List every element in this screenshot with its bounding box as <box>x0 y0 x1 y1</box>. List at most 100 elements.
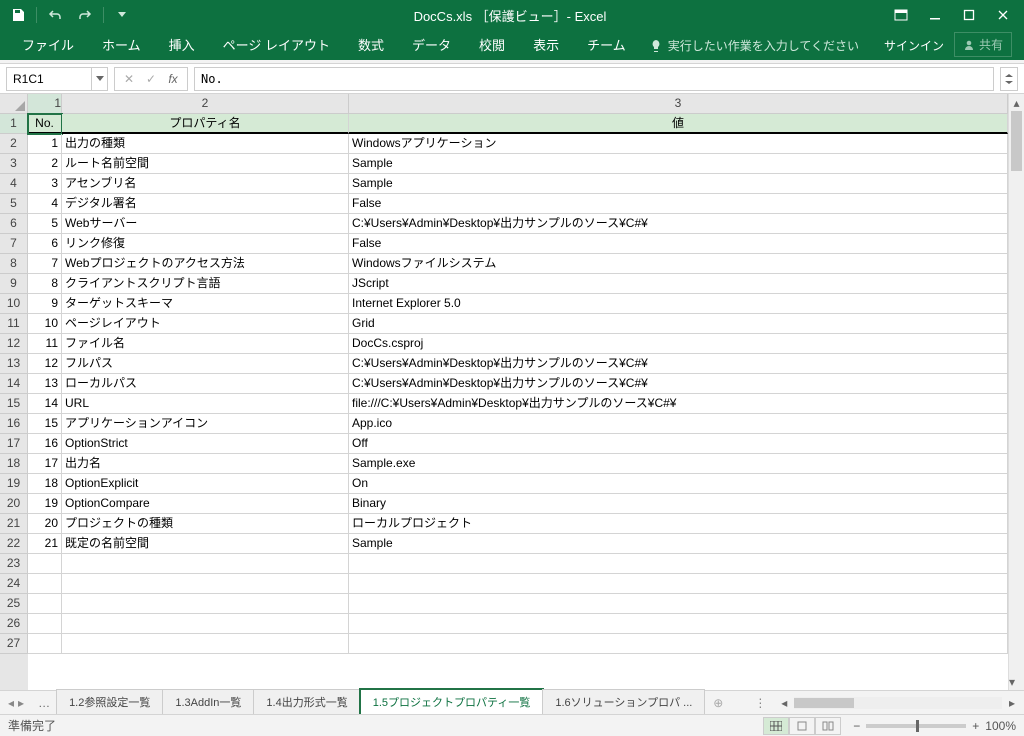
row-header[interactable]: 25 <box>0 594 28 614</box>
cell[interactable]: 21 <box>28 534 62 554</box>
cell[interactable]: 既定の名前空間 <box>62 534 349 554</box>
undo-icon[interactable] <box>41 2 69 28</box>
maximize-icon[interactable] <box>952 1 986 29</box>
row-header[interactable]: 5 <box>0 194 28 214</box>
row-header[interactable]: 9 <box>0 274 28 294</box>
scroll-track[interactable] <box>1009 111 1024 673</box>
row-header[interactable]: 14 <box>0 374 28 394</box>
cell[interactable]: 12 <box>28 354 62 374</box>
close-icon[interactable] <box>986 1 1020 29</box>
cell[interactable]: プロジェクトの種類 <box>62 514 349 534</box>
ribbon-tab-insert[interactable]: 挿入 <box>155 29 209 60</box>
row-header[interactable]: 13 <box>0 354 28 374</box>
signin-link[interactable]: サインイン <box>874 31 954 60</box>
cell[interactable]: 2 <box>28 154 62 174</box>
cell[interactable]: ターゲットスキーマ <box>62 294 349 314</box>
cell[interactable]: 5 <box>28 214 62 234</box>
cell[interactable]: URL <box>62 394 349 414</box>
cell[interactable]: アプリケーションアイコン <box>62 414 349 434</box>
row-header[interactable]: 26 <box>0 614 28 634</box>
sheet-tab[interactable]: 1.5プロジェクトプロパティ一覧 <box>360 689 544 716</box>
row-header[interactable]: 18 <box>0 454 28 474</box>
tell-me-box[interactable]: 実行したい作業を入力してください <box>640 31 869 60</box>
row-header[interactable]: 17 <box>0 434 28 454</box>
name-box-input[interactable] <box>6 67 92 91</box>
row-header[interactable]: 3 <box>0 154 28 174</box>
cell[interactable]: Webサーバー <box>62 214 349 234</box>
page-break-view-icon[interactable] <box>815 717 841 735</box>
cell[interactable]: 15 <box>28 414 62 434</box>
row-header[interactable]: 24 <box>0 574 28 594</box>
row-header[interactable]: 8 <box>0 254 28 274</box>
scroll-thumb[interactable] <box>794 698 854 708</box>
tab-split-icon[interactable]: ⋮ <box>748 696 772 710</box>
cell[interactable]: Windowsアプリケーション <box>349 134 1008 154</box>
cell[interactable] <box>28 594 62 614</box>
cell[interactable]: C:¥Users¥Admin¥Desktop¥出力サンプルのソース¥C#¥ <box>349 374 1008 394</box>
cell[interactable] <box>62 634 349 654</box>
scroll-left-icon[interactable]: ◂ <box>776 696 792 710</box>
row-header[interactable]: 4 <box>0 174 28 194</box>
column-header[interactable]: 3 <box>349 94 1008 114</box>
cell[interactable]: OptionCompare <box>62 494 349 514</box>
name-box[interactable] <box>6 67 108 91</box>
cell[interactable]: Off <box>349 434 1008 454</box>
cell[interactable]: OptionExplicit <box>62 474 349 494</box>
cell[interactable]: Windowsファイルシステム <box>349 254 1008 274</box>
cell[interactable]: Grid <box>349 314 1008 334</box>
cell[interactable]: JScript <box>349 274 1008 294</box>
cell[interactable] <box>28 614 62 634</box>
scroll-track[interactable] <box>794 697 1002 709</box>
zoom-slider[interactable] <box>866 724 966 728</box>
row-header[interactable]: 23 <box>0 554 28 574</box>
cell[interactable]: 19 <box>28 494 62 514</box>
cell[interactable]: 9 <box>28 294 62 314</box>
sheet-tab[interactable]: 1.4出力形式一覧 <box>253 689 360 716</box>
cell[interactable]: 14 <box>28 394 62 414</box>
share-button[interactable]: 共有 <box>954 32 1012 57</box>
cell[interactable]: 8 <box>28 274 62 294</box>
cell[interactable] <box>28 574 62 594</box>
cell[interactable]: 17 <box>28 454 62 474</box>
cell[interactable]: デジタル署名 <box>62 194 349 214</box>
row-header[interactable]: 19 <box>0 474 28 494</box>
tab-prev-icon[interactable]: ◂ <box>8 696 14 710</box>
vertical-scrollbar[interactable]: ▴ ▾ <box>1008 94 1024 690</box>
ribbon-tab-view[interactable]: 表示 <box>519 29 573 60</box>
page-layout-view-icon[interactable] <box>789 717 815 735</box>
cell[interactable]: ローカルプロジェクト <box>349 514 1008 534</box>
add-sheet-icon[interactable]: ⊕ <box>708 696 728 710</box>
cell[interactable] <box>62 554 349 574</box>
cell[interactable]: 出力の種類 <box>62 134 349 154</box>
cell[interactable]: Sample.exe <box>349 454 1008 474</box>
cell[interactable]: クライアントスクリプト言語 <box>62 274 349 294</box>
cell[interactable]: Sample <box>349 174 1008 194</box>
ribbon-tab-home[interactable]: ホーム <box>88 29 155 60</box>
cell[interactable]: 4 <box>28 194 62 214</box>
cell[interactable] <box>62 614 349 634</box>
zoom-in-icon[interactable]: + <box>972 719 979 733</box>
ribbon-tab-data[interactable]: データ <box>398 29 465 60</box>
sheet-tab[interactable]: 1.2参照設定一覧 <box>56 689 163 716</box>
row-header[interactable]: 27 <box>0 634 28 654</box>
cell[interactable]: On <box>349 474 1008 494</box>
select-all-corner[interactable] <box>0 94 28 114</box>
cell[interactable]: 13 <box>28 374 62 394</box>
cell[interactable] <box>349 614 1008 634</box>
cell[interactable] <box>349 634 1008 654</box>
cell[interactable]: 18 <box>28 474 62 494</box>
cell[interactable]: 1 <box>28 134 62 154</box>
cell[interactable]: リンク修復 <box>62 234 349 254</box>
cell[interactable] <box>62 594 349 614</box>
cell[interactable]: C:¥Users¥Admin¥Desktop¥出力サンプルのソース¥C#¥ <box>349 214 1008 234</box>
scroll-up-icon[interactable]: ▴ <box>1009 94 1024 111</box>
cell[interactable]: フルパス <box>62 354 349 374</box>
cell[interactable]: 16 <box>28 434 62 454</box>
cell[interactable]: 3 <box>28 174 62 194</box>
cell[interactable]: False <box>349 234 1008 254</box>
enter-icon[interactable]: ✓ <box>141 72 161 86</box>
cell[interactable]: Sample <box>349 534 1008 554</box>
zoom-level[interactable]: 100% <box>985 719 1016 733</box>
cell[interactable]: ローカルパス <box>62 374 349 394</box>
cell[interactable]: Webプロジェクトのアクセス方法 <box>62 254 349 274</box>
